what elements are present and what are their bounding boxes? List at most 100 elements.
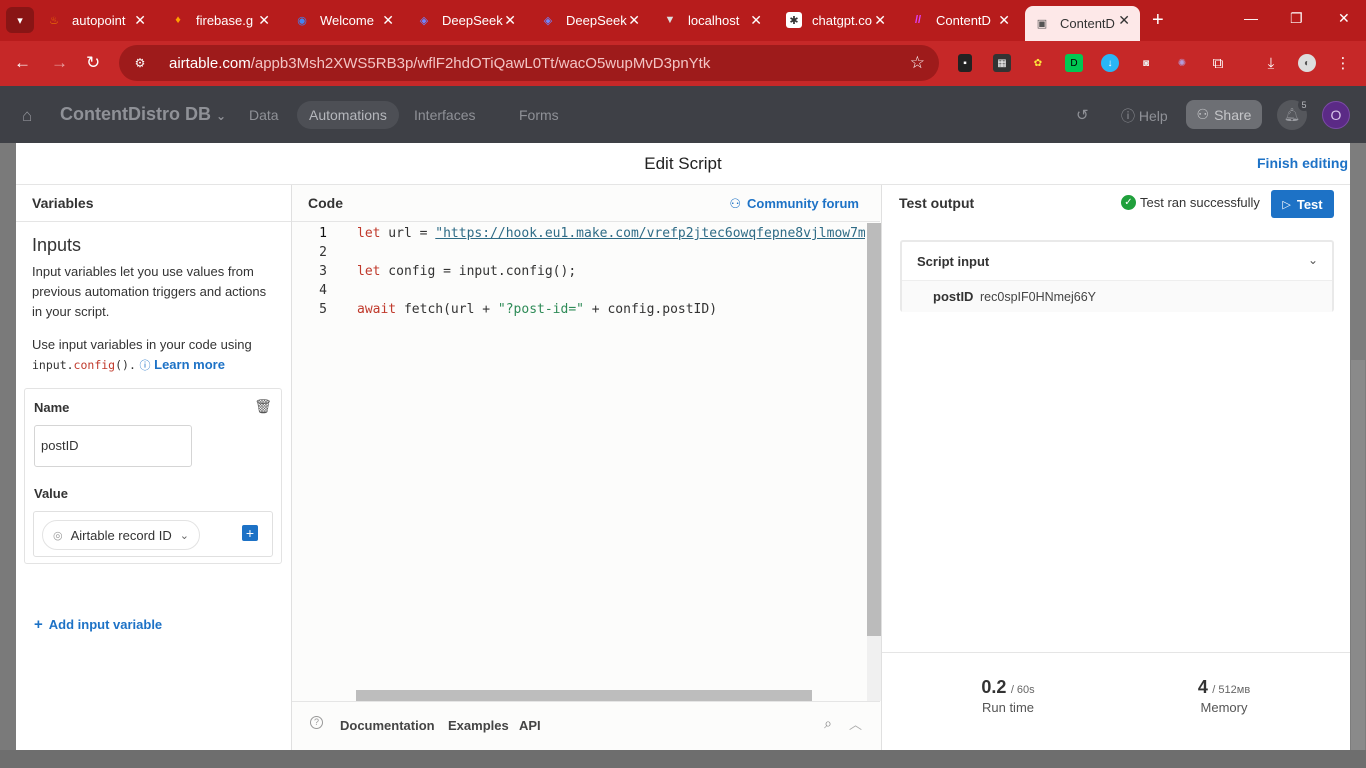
restore-icon[interactable]: ❐ (1290, 10, 1303, 27)
add-input-variable-button[interactable]: + Add input variable (34, 616, 162, 633)
camera-icon[interactable]: ◙ (1137, 54, 1155, 72)
api-tab[interactable]: API (519, 718, 541, 733)
backdrop (0, 143, 16, 768)
close-icon[interactable]: ✕ (874, 12, 886, 29)
close-icon[interactable]: ✕ (1118, 12, 1130, 29)
variable-value-field[interactable]: ◎ Airtable record ID ⌄ + (33, 511, 273, 557)
tab-title: chatgpt.co (812, 12, 872, 28)
tab-search-button[interactable]: ▾ (6, 7, 34, 33)
airtable-logo-icon[interactable]: ⌂ (22, 106, 42, 125)
value-pill[interactable]: ◎ Airtable record ID ⌄ (42, 520, 200, 550)
browser-toolbar: ← → ↻ ⚙ airtable.com/appb3Msh2XWS5RB3p/w… (0, 41, 1366, 86)
browser-tab[interactable]: ◉ Welcome ✕ (294, 6, 404, 34)
site-info-icon[interactable]: ⚙ (131, 54, 149, 72)
download-extension-icon[interactable]: ↓ (1101, 54, 1119, 72)
help-icon[interactable]: ? (310, 716, 323, 729)
close-icon[interactable]: ✕ (258, 12, 270, 29)
close-icon[interactable]: ✕ (998, 12, 1010, 29)
fire-icon: ♨ (49, 14, 59, 27)
avatar[interactable]: O (1322, 101, 1350, 129)
minimize-icon[interactable]: — (1244, 10, 1258, 26)
notification-badge: 5 (1298, 99, 1310, 111)
share-button[interactable]: ⚇ Share (1186, 100, 1262, 129)
profile-icon[interactable]: ◐ (1298, 54, 1316, 72)
script-input-title: Script input (917, 254, 990, 269)
browser-tab[interactable]: ◈ DeepSeek ✕ (416, 6, 526, 34)
search-icon[interactable]: ⌕ (824, 715, 832, 732)
nav-data[interactable]: Data (237, 101, 291, 129)
plus-icon: + (34, 616, 43, 633)
history-icon[interactable]: ↺ (1076, 106, 1089, 124)
new-tab-icon[interactable]: + (1152, 9, 1164, 32)
insert-value-button[interactable]: + (242, 525, 258, 541)
browser-tab[interactable]: // ContentD ✕ (910, 6, 1020, 34)
back-icon[interactable]: ← (14, 53, 31, 73)
learn-more-link[interactable]: Learn more (154, 357, 225, 372)
address-bar[interactable]: ⚙ airtable.com/appb3Msh2XWS5RB3p/wflF2hd… (119, 45, 939, 81)
browser-tab[interactable]: ♨ autopoint ✕ (46, 6, 156, 34)
usage-hint: Use input variables in your code using i… (32, 337, 252, 372)
close-icon[interactable]: ✕ (134, 12, 146, 29)
more-menu-icon[interactable]: ⋮ (1334, 54, 1352, 72)
editor-vertical-scrollbar[interactable] (867, 223, 881, 636)
community-forum-link[interactable]: ⚇ Community forum (729, 196, 859, 212)
extension-icon[interactable]: ✺ (1173, 54, 1191, 72)
browser-tab[interactable]: ▼ localhost ✕ (662, 6, 772, 34)
base-name[interactable]: ContentDistro DB ⌄ (60, 104, 226, 125)
tab-title: Welcome (320, 12, 374, 28)
deepseek-icon: ◈ (543, 14, 553, 27)
nav-interfaces[interactable]: Interfaces (402, 101, 487, 129)
code-editor[interactable]: 1 let url = "https://hook.eu1.make.com/v… (292, 223, 880, 701)
examples-tab[interactable]: Examples (448, 718, 509, 733)
nav-forms[interactable]: Forms (507, 101, 571, 129)
variables-header: Variables (16, 185, 291, 222)
fingerprint-icon: ◎ (53, 529, 63, 542)
extension-icon[interactable]: D (1065, 54, 1083, 72)
extension-icon[interactable]: ▪ (958, 54, 972, 72)
reload-icon[interactable]: ↻ (86, 53, 100, 73)
documentation-tab[interactable]: Documentation (340, 718, 435, 733)
close-window-icon[interactable]: ✕ (1338, 10, 1350, 27)
close-icon[interactable]: ✕ (504, 12, 516, 29)
backdrop (0, 750, 1366, 768)
editor-horizontal-scrollbar[interactable] (356, 690, 812, 701)
code-line: 5 await fetch(url + "?post-id=" + config… (319, 302, 718, 317)
code-line: 4 (319, 283, 327, 298)
openai-icon: ✱ (786, 12, 802, 28)
modal-title: Edit Script (16, 143, 1350, 185)
run-stats: 0.2 / 60s Run time 4 / 512мв Memory (882, 652, 1350, 750)
close-icon[interactable]: ✕ (382, 12, 394, 29)
run-time-stat: 0.2 / 60s Run time (981, 677, 1035, 715)
deepseek-icon: ◈ (419, 14, 429, 27)
code-line: 1 let url = "https://hook.eu1.make.com/v… (319, 226, 865, 241)
variable-name-input[interactable]: postID (34, 425, 192, 467)
test-button[interactable]: ▷ Test (1271, 190, 1334, 218)
chevron-up-icon[interactable]: ︿ (849, 714, 862, 733)
inputs-description: Input variables let you use values from … (32, 264, 267, 319)
browser-tab[interactable]: ♦ firebase.g ✕ (170, 6, 280, 34)
close-icon[interactable]: ✕ (750, 12, 762, 29)
extension-icon[interactable]: ▦ (993, 54, 1011, 72)
nav-automations[interactable]: Automations (297, 101, 399, 129)
inputs-title: Inputs (32, 235, 82, 255)
browser-tab[interactable]: ✱ chatgpt.co ✕ (786, 6, 896, 34)
finish-editing-button[interactable]: Finish editing (1257, 155, 1348, 171)
firebase-icon: ♦ (175, 14, 181, 26)
script-input-section[interactable]: Script input ⌄ postID rec0spIF0HNmej66Y (900, 240, 1334, 312)
browser-tab[interactable]: ◈ DeepSeek ✕ (540, 6, 650, 34)
browser-tab-active[interactable]: ▣ ContentD ✕ (1025, 6, 1140, 41)
tab-title: DeepSeek (566, 12, 627, 28)
extension-icon[interactable]: ✿ (1029, 54, 1047, 72)
close-icon[interactable]: ✕ (628, 12, 640, 29)
help-button[interactable]: ⓘ Help (1121, 106, 1168, 126)
tab-title: localhost (688, 12, 740, 28)
download-icon[interactable]: ⤓ (1262, 54, 1280, 72)
bookmark-star-icon[interactable]: ☆ (910, 53, 925, 73)
play-icon: ▷ (1282, 198, 1291, 211)
puzzle-icon[interactable]: ⧉ (1209, 54, 1227, 72)
forward-icon[interactable]: → (51, 53, 68, 73)
page-scrollbar[interactable] (1351, 360, 1365, 750)
trash-icon[interactable]: 🗑︎ (254, 398, 272, 415)
chevron-down-icon[interactable]: ⌄ (1308, 253, 1318, 267)
people-icon: ⚇ (729, 196, 742, 211)
